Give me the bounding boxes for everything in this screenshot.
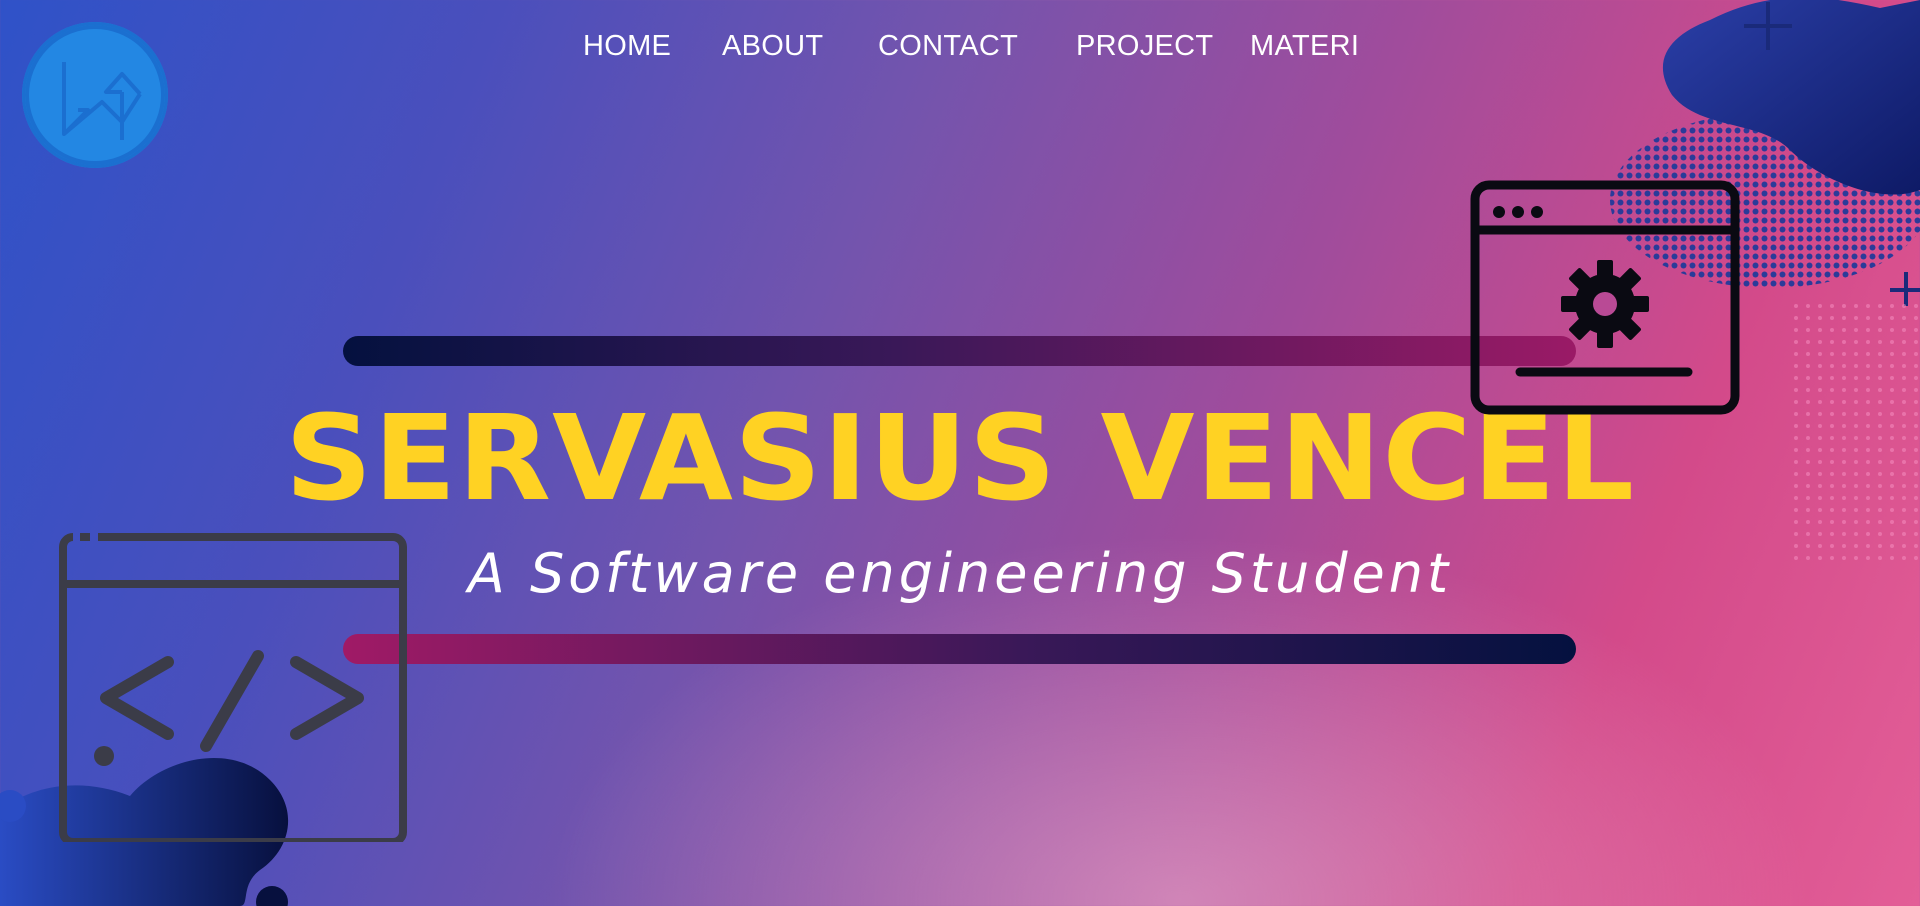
top-navigation: HOME ABOUT CONTACT PROJECT MATERI xyxy=(0,0,1920,96)
nav-contact[interactable]: CONTACT xyxy=(878,30,1018,63)
settings-window-icon xyxy=(1470,180,1740,415)
nav-project[interactable]: PROJECT xyxy=(1076,30,1213,63)
nav-about[interactable]: ABOUT xyxy=(722,30,823,63)
hero-bar-top xyxy=(343,336,1576,366)
code-window-icon xyxy=(59,533,407,842)
nav-home[interactable]: HOME xyxy=(583,30,671,63)
nav-materi[interactable]: MATERI xyxy=(1250,30,1359,63)
hero-bar-bottom xyxy=(343,634,1576,664)
